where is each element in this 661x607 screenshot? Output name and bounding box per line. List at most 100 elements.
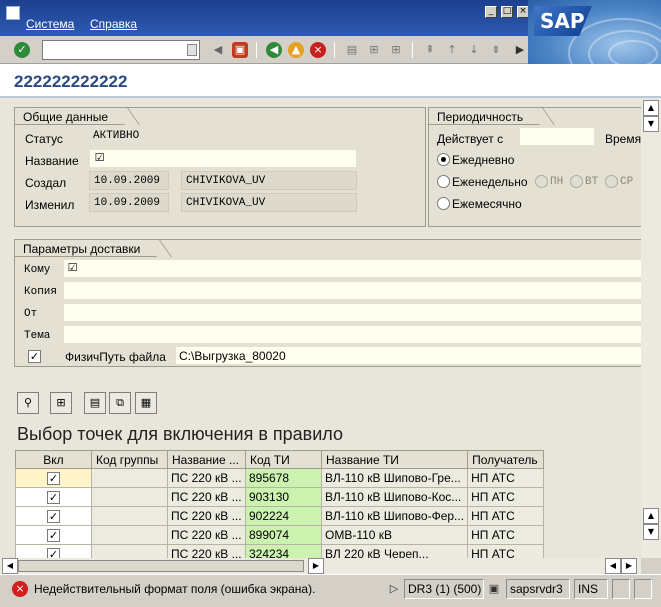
server-info[interactable]: sapsrvdr3 [506, 579, 570, 599]
collapse-icon[interactable]: ◀ [210, 42, 226, 58]
status-message-box[interactable]: × Недействительный формат поля (ошибка э… [8, 579, 398, 599]
row-enabled-cell[interactable]: ✓ [15, 544, 92, 558]
enter-icon[interactable]: ✓ [14, 42, 30, 58]
column-header-recipient[interactable]: Получатель [467, 450, 545, 469]
row-enabled-checkbox[interactable]: ✓ [47, 472, 60, 486]
group-code-cell [91, 544, 168, 558]
print-icon[interactable]: ▤ [344, 42, 360, 58]
system-info-icon[interactable]: ▣ [486, 581, 502, 597]
row-enabled-checkbox[interactable]: ✓ [47, 548, 60, 558]
scroll-down-icon[interactable]: ▼ [643, 524, 659, 540]
to-label: Кому [24, 264, 51, 276]
table-row[interactable]: ✓ ПС 220 кВ ... 895678 ВЛ-110 кВ Шипово-… [15, 468, 545, 488]
details-icon[interactable]: ⚲ [17, 392, 39, 414]
name-cell: ПС 220 кВ ... [167, 525, 246, 545]
row-enabled-cell[interactable]: ✓ [15, 468, 92, 488]
exit-icon[interactable]: ▲ [288, 42, 304, 58]
scroll-right-icon[interactable]: ▶ [621, 558, 637, 574]
created-date: 10.09.2009 [89, 171, 169, 190]
save-icon[interactable]: ▣ [232, 42, 248, 58]
previous-page-icon[interactable]: ↑ [444, 42, 460, 58]
input-mode[interactable]: INS [574, 579, 608, 599]
table-row[interactable]: ✓ ПС 220 кВ ... 902224 ВЛ-110 кВ Шипово-… [15, 506, 545, 526]
status-message: Недействительный формат поля (ошибка экр… [34, 582, 316, 596]
sap-logo-area: SAP [528, 0, 661, 64]
radio-day-mon[interactable] [535, 175, 548, 188]
recipient-cell: НП АТС [467, 487, 545, 507]
horizontal-scrollbar[interactable]: ◀ ▶ ◀ ▶ [0, 558, 641, 574]
export-icon[interactable]: ⧉ [109, 392, 131, 414]
vertical-scrollbar[interactable]: ▲ ▼ ▲ ▼ [641, 98, 661, 558]
from-field[interactable] [63, 303, 641, 322]
last-page-icon[interactable]: ⇟ [488, 42, 504, 58]
points-table: Вкл Код группы Название ... Код ТИ Назва… [15, 450, 545, 558]
scroll-left-icon[interactable]: ◀ [2, 558, 18, 574]
column-header-name[interactable]: Название ... [167, 450, 246, 469]
path-field[interactable]: C:\Выгрузка_80020 [175, 346, 641, 365]
from-label: От [24, 308, 38, 320]
daily-label: Ежедневно [452, 153, 515, 167]
table-row[interactable]: ✓ ПС 220 кВ ... 903130 ВЛ-110 кВ Шипово-… [15, 487, 545, 507]
valid-from-label: Действует с [437, 132, 504, 146]
maximize-icon[interactable]: □ [501, 6, 513, 18]
radio-day-tue[interactable] [570, 175, 583, 188]
ti-name-cell: ВЛ-110 кВ Шипово-Фер... [320, 506, 469, 526]
menu-help[interactable]: Справка [90, 17, 137, 31]
subject-label: Тема [24, 330, 51, 342]
next-page-icon[interactable]: ↓ [466, 42, 482, 58]
column-header-ti-name[interactable]: Название ТИ [320, 450, 469, 469]
name-cell: ПС 220 кВ ... [167, 544, 246, 558]
page-title: 222222222222 [14, 72, 128, 91]
row-enabled-cell[interactable]: ✓ [15, 506, 92, 526]
name-field[interactable]: ☑ [89, 149, 357, 168]
radio-day-wed[interactable] [605, 175, 618, 188]
row-enabled-cell[interactable]: ✓ [15, 487, 92, 507]
general-data-title: Общие данные [15, 107, 127, 125]
expand-status-icon[interactable]: ▷ [386, 581, 402, 597]
new-session-icon[interactable]: ▶ [512, 42, 528, 58]
system-info[interactable]: DR3 (1) (500) [404, 579, 484, 599]
column-header-enabled[interactable]: Вкл [15, 450, 92, 469]
table-row[interactable]: ✓ ПС 220 кВ ... 324234 ВЛ 220 кВ Череп..… [15, 544, 545, 558]
column-header-ti-code[interactable]: Код ТИ [245, 450, 322, 469]
cancel-icon[interactable]: × [310, 42, 326, 58]
find-icon[interactable]: ⊞ [366, 42, 382, 58]
find-next-icon[interactable]: ⊞ [388, 42, 404, 58]
command-history-icon[interactable] [187, 44, 197, 56]
lock-status-icon [612, 579, 630, 599]
column-header-group-code[interactable]: Код группы [91, 450, 168, 469]
to-field[interactable]: ☑ [63, 259, 641, 278]
ti-code-cell: 902224 [245, 506, 322, 526]
row-enabled-cell[interactable]: ✓ [15, 525, 92, 545]
row-enabled-checkbox[interactable]: ✓ [47, 510, 60, 524]
system-menu-icon[interactable] [6, 6, 20, 20]
back-icon[interactable]: ◀ [266, 42, 282, 58]
layout-icon[interactable]: ▦ [135, 392, 157, 414]
radio-monthly[interactable] [437, 197, 450, 210]
menu-system[interactable]: Система [26, 17, 74, 31]
status-value: АКТИВНО [93, 130, 140, 142]
radio-weekly[interactable] [437, 175, 450, 188]
radio-daily[interactable] [437, 153, 450, 166]
scroll-right-icon[interactable]: ▶ [308, 558, 324, 574]
command-field[interactable] [42, 40, 200, 60]
scroll-up-icon[interactable]: ▲ [643, 100, 659, 116]
first-page-icon[interactable]: ⇞ [422, 42, 438, 58]
path-value: C:\Выгрузка_80020 [179, 349, 286, 363]
row-enabled-checkbox[interactable]: ✓ [47, 529, 60, 543]
scroll-left-icon[interactable]: ◀ [605, 558, 621, 574]
print-icon[interactable]: ▤ [84, 392, 106, 414]
copy-field[interactable] [63, 281, 641, 300]
minimize-icon[interactable]: _ [485, 6, 497, 18]
row-enabled-checkbox[interactable]: ✓ [47, 491, 60, 505]
subject-field[interactable] [63, 325, 641, 344]
changed-label: Изменил [25, 198, 75, 212]
scroll-down-icon[interactable]: ▼ [643, 116, 659, 132]
valid-from-field[interactable] [519, 127, 595, 146]
physical-path-checkbox[interactable]: ✓ [28, 350, 41, 363]
table-row[interactable]: ✓ ПС 220 кВ ... 899074 ОМВ-110 кВ НП АТС [15, 525, 545, 545]
horizontal-scroll-thumb[interactable] [18, 560, 304, 572]
find-icon[interactable]: ⊞ [50, 392, 72, 414]
scroll-up-icon[interactable]: ▲ [643, 508, 659, 524]
periodicity-group: Периодичность Действует с Время Ежедневн… [428, 107, 641, 227]
